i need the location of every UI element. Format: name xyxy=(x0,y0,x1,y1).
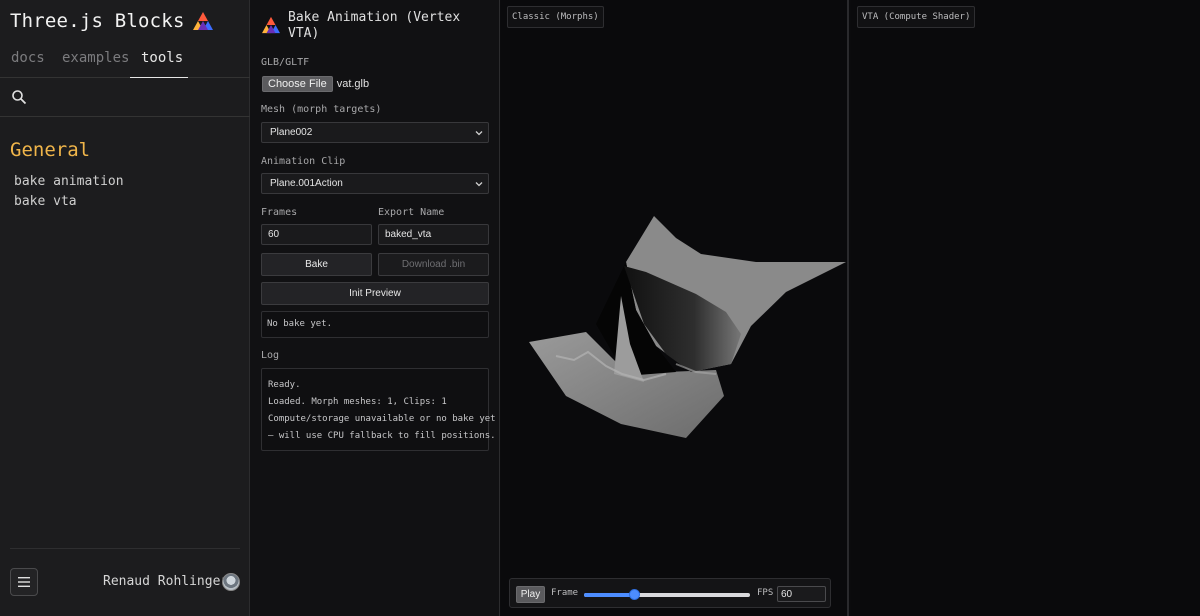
menu-button[interactable] xyxy=(10,568,38,596)
frame-slider-thumb[interactable] xyxy=(628,589,640,600)
threejs-blocks-logo-icon xyxy=(192,12,213,30)
clip-select[interactable]: Plane.001Action xyxy=(261,173,489,194)
vta-viewport[interactable]: VTA (Compute Shader) xyxy=(851,0,1200,616)
tab-examples[interactable]: examples xyxy=(62,50,129,78)
playback-controls: Play Frame FPS xyxy=(509,578,831,608)
clip-label: Animation Clip xyxy=(261,156,346,167)
vta-viewport-label: VTA (Compute Shader) xyxy=(857,6,976,28)
fps-input[interactable] xyxy=(777,586,826,602)
search-icon[interactable] xyxy=(11,89,27,105)
frame-slider[interactable] xyxy=(584,589,750,600)
file-label: GLB/GLTF xyxy=(261,57,310,68)
tab-tools[interactable]: tools xyxy=(130,50,188,78)
search-bar xyxy=(0,78,250,117)
mesh-label: Mesh (morph targets) xyxy=(261,104,382,115)
classic-viewport[interactable]: Classic (Morphs) Play Frame FPS 60 xyxy=(501,0,849,616)
init-preview-button[interactable]: Init Preview xyxy=(261,282,489,305)
section-title-general: General xyxy=(10,139,91,161)
frame-slider-fill xyxy=(584,593,634,597)
brand-title: Three.js Blocks xyxy=(10,10,185,32)
export-name-input[interactable] xyxy=(378,224,489,245)
frames-label: Frames xyxy=(261,207,298,218)
play-button[interactable]: Play xyxy=(516,586,545,603)
log-line: Ready. xyxy=(268,380,301,390)
sidebar-footer-divider xyxy=(10,548,240,549)
mesh-select-value: Plane002 xyxy=(270,127,313,138)
choose-file-button[interactable]: Choose File xyxy=(262,76,333,92)
tab-docs[interactable]: docs xyxy=(11,50,45,78)
log-output: Ready. Loaded. Morph meshes: 1, Clips: 1… xyxy=(261,368,496,451)
brand[interactable]: Three.js Blocks xyxy=(10,10,213,32)
log-line: Compute/storage unavailable or no bake y… xyxy=(268,414,496,424)
author-name[interactable]: Renaud Rohlinger xyxy=(103,574,228,589)
log-label: Log xyxy=(261,350,280,361)
download-bin-button[interactable]: Download .bin xyxy=(378,253,489,276)
classic-viewport-label: Classic (Morphs) xyxy=(507,6,604,28)
bake-status: No bake yet. xyxy=(261,311,489,338)
bake-panel: Bake Animation (Vertex VTA) GLB/GLTF Cho… xyxy=(250,0,500,616)
frames-input[interactable] xyxy=(261,224,372,245)
panel-header: Bake Animation (Vertex VTA) xyxy=(262,10,492,42)
top-nav: docs examples tools xyxy=(0,42,250,78)
sidebar: Three.js Blocks docs examples tools Gene… xyxy=(0,0,250,616)
avatar[interactable] xyxy=(222,573,240,591)
sidebar-item-bake-vta[interactable]: bake vta xyxy=(14,194,77,209)
chevron-down-icon xyxy=(475,182,483,187)
selected-file-name: vat.glb xyxy=(336,78,370,90)
log-line: — will use CPU fallback to fill position… xyxy=(268,431,496,441)
threejs-blocks-logo-icon xyxy=(262,16,280,34)
mesh-select[interactable]: Plane002 xyxy=(261,122,489,143)
hamburger-menu-icon xyxy=(18,577,30,587)
log-line: Loaded. Morph meshes: 1, Clips: 1 xyxy=(268,397,447,407)
chevron-down-icon xyxy=(475,131,483,136)
file-picker: Choose File vat.glb xyxy=(262,76,369,92)
search-input[interactable] xyxy=(34,84,239,110)
frame-label: Frame xyxy=(551,588,579,598)
animated-cloth-mesh xyxy=(529,216,846,438)
fps-label: FPS xyxy=(757,588,774,598)
clip-select-value: Plane.001Action xyxy=(270,178,343,189)
bake-button[interactable]: Bake xyxy=(261,253,372,276)
export-name-label: Export Name xyxy=(378,207,445,218)
panel-title: Bake Animation (Vertex VTA) xyxy=(288,10,461,41)
sidebar-item-bake-animation[interactable]: bake animation xyxy=(14,174,124,189)
